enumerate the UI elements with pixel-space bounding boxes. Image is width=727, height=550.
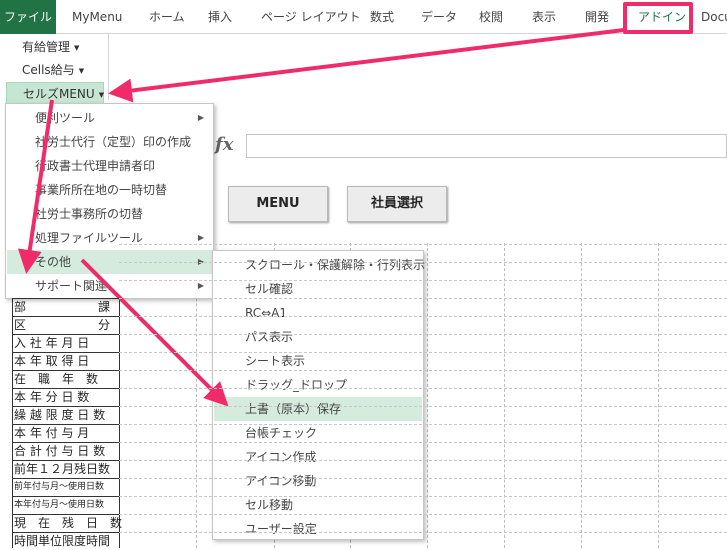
chevron-right-icon: ▶ [197, 233, 204, 242]
tab-page-layout[interactable]: ページ レイアウト [261, 0, 361, 34]
grid-row-line [119, 532, 727, 533]
paid-leave-label: 有給管理 [22, 40, 71, 54]
submenu-item[interactable]: スクロール・保護解除・行列表示 [214, 253, 425, 277]
submenu-item[interactable]: アイコン作成 [214, 445, 422, 469]
grid-row-line [119, 424, 727, 425]
tab-developer[interactable]: 開発 [585, 0, 609, 34]
row-label: 本 年 付 与 月 [12, 424, 119, 442]
tab-mymenu[interactable]: MyMenu [72, 0, 122, 34]
chevron-down-icon: ▼ [78, 66, 85, 75]
row-label: 現 在 残 日 数 [12, 514, 123, 530]
menu-item-label: その他 [35, 255, 72, 269]
menu-item[interactable]: 事業所所在地の一時切替 [7, 178, 212, 202]
row-label: 区 分 [12, 316, 119, 334]
grid-row-line [119, 244, 727, 245]
group-divider [108, 34, 109, 100]
tab-review[interactable]: 校閲 [479, 0, 503, 34]
submenu-item[interactable]: 上書（原本）保存 [214, 397, 422, 421]
submenu-item[interactable]: RC⇔A1 [214, 301, 422, 325]
grid-row-line [119, 262, 727, 263]
grid-line [504, 243, 505, 548]
row-label: 合 計 付 与 日 数 [12, 442, 119, 460]
addin-highlight-box [623, 2, 693, 34]
menu-item[interactable]: 社労士代行（定型）印の作成 [7, 130, 212, 154]
grid-row-line [119, 478, 727, 479]
formula-input[interactable] [246, 134, 727, 158]
grid-row-line [119, 316, 727, 317]
grid-row-line [119, 388, 727, 389]
paid-leave-menu-button[interactable]: 有給管理 ▼ [6, 36, 85, 58]
grid-line [581, 243, 582, 548]
grid-row-line [119, 406, 727, 407]
cellz-menu-button[interactable]: セルズMENU ▼ [6, 82, 104, 104]
row-label: 本 年 分 日 数 [12, 388, 119, 406]
ribbon-body [0, 34, 727, 100]
tab-data[interactable]: データ [421, 0, 457, 34]
chevron-right-icon: ▶ [197, 113, 204, 122]
grid-line [427, 243, 428, 548]
employee-select-button[interactable]: 社員選択 [347, 186, 447, 222]
sheet-menu-button[interactable]: MENU [228, 186, 328, 222]
fx-icon[interactable]: fx [215, 134, 233, 155]
menu-item-label: 社労士事務所の切替 [35, 207, 144, 221]
cellz-dropdown-menu: 便利ツール ▶ 社労士代行（定型）印の作成 行政書士代理申請者印 事業所所在地の一時切替… [5, 103, 214, 299]
grid-row-line [119, 298, 727, 299]
chevron-right-icon: ▶ [197, 281, 204, 290]
grid-row-line [119, 442, 727, 443]
menu-item[interactable]: 社労士事務所の切替 [7, 202, 212, 226]
ribbon-tab-bar: ファイル MyMenu ホーム 挿入 ページ レイアウト 数式 データ 校閲 表… [0, 0, 727, 34]
row-label: 時間単位限度時間 [12, 532, 119, 550]
cellz-menu-label: セルズMENU [23, 87, 95, 101]
row-label: 前年付与月～使用日数 [12, 478, 119, 496]
row-label: 前年１２月残日数 [12, 460, 119, 478]
grid-row-line [119, 280, 727, 281]
submenu-item[interactable]: パス表示 [214, 325, 422, 349]
grid-line [658, 243, 659, 548]
menu-item-label: 便利ツール [35, 111, 96, 125]
menu-item[interactable]: 処理ファイルツール ▶ [7, 226, 212, 250]
row-label: 本年付与月～使用日数 [12, 496, 119, 514]
chevron-down-icon: ▼ [98, 90, 105, 99]
grid-row-line [119, 334, 727, 335]
menu-item[interactable]: サポート関連 ▶ [7, 274, 212, 298]
grid-row-line [119, 370, 727, 371]
menu-item-label: 事業所所在地の一時切替 [35, 183, 168, 197]
tab-insert[interactable]: 挿入 [208, 0, 232, 34]
row-label: 入 社 年 月 日 [12, 334, 119, 352]
row-label: 部 課 [12, 298, 119, 316]
submenu-item[interactable]: ドラッグ_ドロップ [214, 373, 422, 397]
cells-salary-menu-button[interactable]: Cells給与 ▼ [6, 59, 90, 81]
grid-row-line [119, 352, 727, 353]
tab-file[interactable]: ファイル [0, 0, 56, 34]
menu-item[interactable]: 行政書士代理申請者印 [7, 154, 212, 178]
tab-view[interactable]: 表示 [532, 0, 556, 34]
submenu-item[interactable]: ユーザー設定 [214, 517, 422, 541]
grid-row-line [119, 460, 727, 461]
chevron-down-icon: ▼ [74, 43, 80, 52]
tab-home[interactable]: ホーム [149, 0, 185, 34]
submenu-item[interactable]: アイコン移動 [214, 469, 422, 493]
grid-row-line [119, 514, 727, 515]
tab-formulas[interactable]: 数式 [370, 0, 394, 34]
menu-item-label: 処理ファイルツール [35, 231, 144, 245]
row-label: 本 年 取 得 日 [12, 352, 119, 370]
row-label: 繰 越 限 度 日 数 [12, 406, 119, 424]
tab-docu[interactable]: Docu [701, 0, 727, 34]
menu-item-label: 行政書士代理申請者印 [35, 159, 156, 173]
row-label: 在 職 年 数 [12, 370, 119, 388]
grid-row-line [119, 496, 727, 497]
menu-item[interactable]: 便利ツール ▶ [7, 106, 212, 130]
cells-salary-label: Cells給与 [22, 63, 75, 77]
menu-item-label: サポート関連 [35, 279, 108, 293]
menu-item-label: 社労士代行（定型）印の作成 [35, 135, 192, 149]
